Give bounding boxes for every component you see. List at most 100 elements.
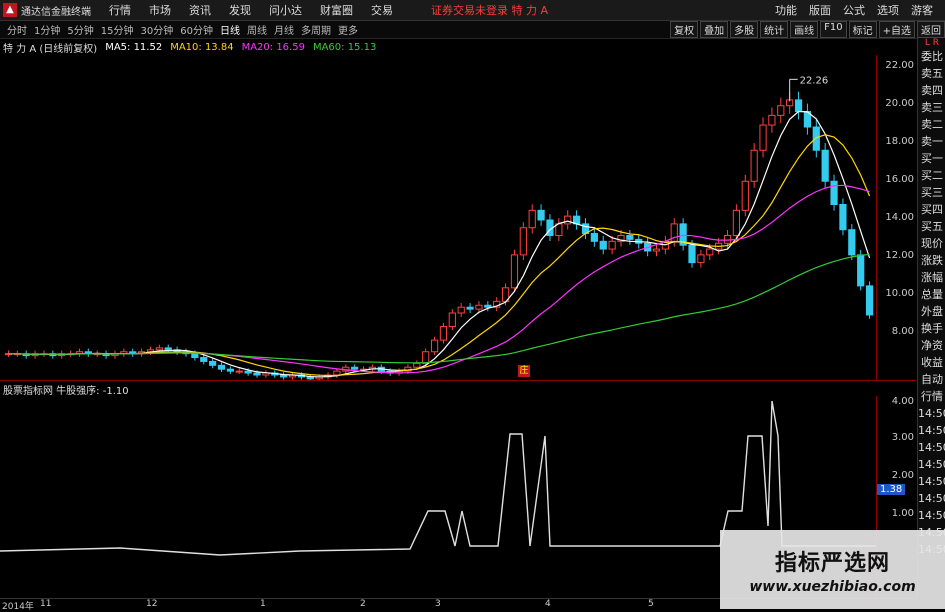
period-15min[interactable]: 15分钟 [101, 22, 134, 37]
side-item[interactable]: 买一 [918, 150, 945, 167]
candle-body [165, 348, 171, 350]
side-item[interactable]: 换手 [918, 320, 945, 337]
menu-item-caifuquan[interactable]: 财富圈 [320, 2, 353, 18]
candle-body [458, 307, 464, 313]
side-item[interactable]: 卖三 [918, 99, 945, 116]
date-label: 3 [435, 599, 441, 609]
candle-body [467, 307, 473, 309]
side-item[interactable]: 自动 [918, 371, 945, 388]
candle-body [440, 327, 446, 341]
price-tick: 10.00 [885, 288, 914, 299]
period-toolbar: 分时 1分钟 5分钟 15分钟 30分钟 60分钟 日线 周线 月线 多周期 更… [0, 21, 945, 39]
candle-body [476, 305, 482, 309]
side-panel-items: 委比卖五卖四卖三卖二卖一买一买二买三买四买五现价涨跌涨幅总量外盘换手净资收益自动… [918, 48, 945, 558]
price-tick: 14.00 [885, 212, 914, 223]
tool-draw-line[interactable]: 画线 [790, 21, 818, 38]
menu-item-jiaoyi[interactable]: 交易 [371, 2, 393, 18]
ma60-label: MA60: 15.13 [313, 42, 376, 53]
side-item[interactable]: 买四 [918, 201, 945, 218]
side-item[interactable]: 14:50 [918, 422, 945, 439]
menu-layout[interactable]: 版面 [809, 2, 831, 18]
price-tick: 18.00 [885, 136, 914, 147]
ma10-label: MA10: 13.84 [170, 42, 233, 53]
candle-body [813, 127, 819, 150]
date-label: 5 [648, 599, 654, 609]
candle-body [627, 236, 633, 240]
candle-body [414, 363, 420, 367]
side-item[interactable]: 现价 [918, 235, 945, 252]
candle-body [511, 255, 517, 288]
candlestick-chart[interactable]: 22.266.54 [0, 55, 876, 380]
tool-fuquan[interactable]: 复权 [670, 21, 698, 38]
side-item[interactable]: 买三 [918, 184, 945, 201]
side-item[interactable]: 14:50 [918, 473, 945, 490]
side-item[interactable]: 14:50 [918, 507, 945, 524]
period-multi[interactable]: 多周期 [301, 22, 331, 37]
candle-body [698, 255, 704, 263]
period-weekly[interactable]: 周线 [247, 22, 267, 37]
tool-back[interactable]: 返回 [917, 21, 945, 38]
side-item[interactable]: 卖五 [918, 65, 945, 82]
ma20-line [8, 185, 869, 373]
menu-item-faxian[interactable]: 发现 [229, 2, 251, 18]
tool-overlay[interactable]: 叠加 [700, 21, 728, 38]
tool-add-watchlist[interactable]: +自选 [879, 21, 915, 38]
side-item[interactable]: 总量 [918, 286, 945, 303]
candle-body [822, 150, 828, 181]
period-1min[interactable]: 1分钟 [34, 22, 60, 37]
side-item[interactable]: 委比 [918, 48, 945, 65]
menu-options[interactable]: 选项 [877, 2, 899, 18]
period-60min[interactable]: 60分钟 [180, 22, 213, 37]
period-30min[interactable]: 30分钟 [140, 22, 173, 37]
menu-item-zixun[interactable]: 资讯 [189, 2, 211, 18]
side-item[interactable]: 14:50 [918, 456, 945, 473]
candle-body [449, 313, 455, 327]
side-item[interactable]: 14:50 [918, 405, 945, 422]
side-item[interactable]: 买二 [918, 167, 945, 184]
period-fenshi[interactable]: 分时 [7, 22, 27, 37]
period-daily[interactable]: 日线 [220, 22, 240, 37]
menu-function[interactable]: 功能 [775, 2, 797, 18]
watermark-url: www.xuezhibiao.com [749, 579, 915, 595]
candle-body [431, 340, 437, 352]
price-tick: 8.00 [892, 326, 914, 337]
candle-body [210, 361, 216, 365]
ma5-label: MA5: 11.52 [105, 42, 162, 53]
side-item[interactable]: 卖一 [918, 133, 945, 150]
period-5min[interactable]: 5分钟 [67, 22, 93, 37]
side-item[interactable]: 行情 [918, 388, 945, 405]
tool-multi-stock[interactable]: 多股 [730, 21, 758, 38]
menu-item-hangqing[interactable]: 行情 [109, 2, 131, 18]
side-panel-top[interactable]: L R [918, 38, 945, 48]
side-item[interactable]: 卖四 [918, 82, 945, 99]
candle-body [156, 348, 162, 350]
tool-f10[interactable]: F10 [820, 21, 846, 38]
price-tick: 22.00 [885, 60, 914, 71]
side-item[interactable]: 涨幅 [918, 269, 945, 286]
price-tick: 16.00 [885, 174, 914, 185]
menu-formula[interactable]: 公式 [843, 2, 865, 18]
high-label: 22.26 [800, 75, 829, 86]
side-item[interactable]: 14:50 [918, 439, 945, 456]
period-more[interactable]: 更多 [338, 22, 358, 37]
candle-body [334, 371, 340, 375]
tool-mark[interactable]: 标记 [849, 21, 877, 38]
menu-item-shichang[interactable]: 市场 [149, 2, 171, 18]
side-item[interactable]: 买五 [918, 218, 945, 235]
side-item[interactable]: 外盘 [918, 303, 945, 320]
candle-body [423, 352, 429, 364]
panel-divider [0, 380, 916, 381]
candle-body [733, 210, 739, 235]
candle-body [236, 371, 242, 372]
candle-body [245, 371, 251, 373]
side-item[interactable]: 涨跌 [918, 252, 945, 269]
menu-item-wenxiaoda[interactable]: 问小达 [269, 2, 302, 18]
period-monthly[interactable]: 月线 [274, 22, 294, 37]
zhuang-marker[interactable]: 庄 [518, 365, 530, 377]
menu-guest[interactable]: 游客 [911, 2, 933, 18]
side-item[interactable]: 净资 [918, 337, 945, 354]
side-item[interactable]: 卖二 [918, 116, 945, 133]
tool-statistics[interactable]: 统计 [760, 21, 788, 38]
side-item[interactable]: 14:50 [918, 490, 945, 507]
side-item[interactable]: 收益 [918, 354, 945, 371]
